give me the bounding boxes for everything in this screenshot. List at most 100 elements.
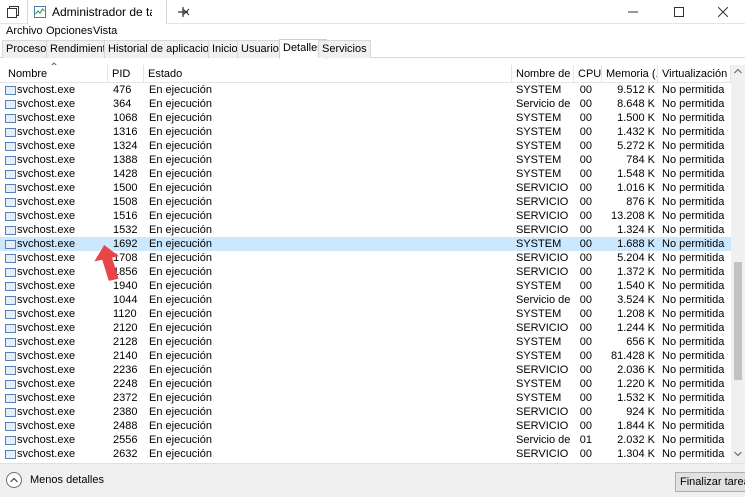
process-virtualization: No permitida <box>662 448 725 460</box>
process-pid: 2632 <box>113 448 138 460</box>
table-row[interactable]: svchost.exe 2632 En ejecución SERVICIO ... 0… <box>0 447 731 461</box>
process-cpu: 00 <box>579 448 592 460</box>
table-row[interactable]: svchost.exe 1068 En ejecución SYSTEM 00 1.500… <box>0 111 731 125</box>
process-cpu: 00 <box>579 182 592 194</box>
process-icon <box>5 114 16 123</box>
process-pid: 2556 <box>113 434 138 446</box>
column-header-pid[interactable]: PID <box>108 65 144 83</box>
scrollbar-thumb[interactable] <box>734 262 742 380</box>
tab-services[interactable]: Servicios <box>318 40 371 58</box>
minimize-button[interactable] <box>610 0 656 24</box>
process-cpu: 00 <box>579 168 592 180</box>
process-pid: 2488 <box>113 420 138 432</box>
process-cpu: 00 <box>579 266 592 278</box>
table-row[interactable]: svchost.exe 1532 En ejecución SERVICIO ... 0… <box>0 223 731 237</box>
process-memory: 9.512 K <box>617 84 655 96</box>
table-row[interactable]: svchost.exe 2488 En ejecución SERVICIO ... 0… <box>0 419 731 433</box>
tab-overview-icon[interactable] <box>6 5 20 19</box>
process-memory: 1.532 K <box>617 392 655 404</box>
table-row[interactable]: svchost.exe 1388 En ejecución SYSTEM 00 784 K… <box>0 153 731 167</box>
column-header-user[interactable]: Nombre de ... <box>512 65 574 83</box>
table-row[interactable]: svchost.exe 2380 En ejecución SERVICIO ... 0… <box>0 405 731 419</box>
process-name: svchost.exe <box>17 126 76 138</box>
table-row[interactable]: svchost.exe 2248 En ejecución SYSTEM 00 1.220… <box>0 377 731 391</box>
table-row[interactable]: svchost.exe 2556 En ejecución Servicio de .… <box>0 433 731 447</box>
table-row[interactable]: svchost.exe 1120 En ejecución SYSTEM 00 1.208… <box>0 307 731 321</box>
table-row[interactable]: svchost.exe 1044 En ejecución Servicio de .… <box>0 293 731 307</box>
process-user: SYSTEM <box>516 238 562 250</box>
process-status: En ejecución <box>149 448 212 460</box>
column-header-virtualization[interactable]: Virtualización ... <box>658 65 731 83</box>
process-name: svchost.exe <box>17 196 76 208</box>
process-name: svchost.exe <box>17 154 76 166</box>
table-row[interactable]: svchost.exe 1324 En ejecución SYSTEM 00 5.272… <box>0 139 731 153</box>
window-title: Administrador de tarea <box>52 5 152 19</box>
process-pid: 1532 <box>113 224 138 236</box>
process-name: svchost.exe <box>17 378 76 390</box>
process-name: svchost.exe <box>17 434 76 446</box>
process-name: svchost.exe <box>17 182 76 194</box>
process-memory: 1.688 K <box>617 238 655 250</box>
table-row[interactable]: svchost.exe 364 En ejecución Servicio de ..… <box>0 97 731 111</box>
process-status: En ejecución <box>149 322 212 334</box>
process-icon <box>5 296 16 305</box>
process-virtualization: No permitida <box>662 420 725 432</box>
process-cpu: 01 <box>579 434 592 446</box>
process-status: En ejecución <box>149 210 212 222</box>
process-status: En ejecución <box>149 420 212 432</box>
process-user: SYSTEM <box>516 112 562 124</box>
column-header-name[interactable]: Nombre <box>4 65 108 83</box>
process-pid: 2120 <box>113 322 138 334</box>
process-user: SYSTEM <box>516 168 562 180</box>
process-pid: 1316 <box>113 126 138 138</box>
process-cpu: 00 <box>579 322 592 334</box>
process-icon <box>5 184 16 193</box>
process-user: SYSTEM <box>516 154 562 166</box>
table-row[interactable]: svchost.exe 2372 En ejecución SYSTEM 00 1.532… <box>0 391 731 405</box>
table-row[interactable]: svchost.exe 2236 En ejecución SERVICIO ... 0… <box>0 363 731 377</box>
scroll-up-icon[interactable] <box>734 68 742 74</box>
process-name: svchost.exe <box>17 336 76 348</box>
column-header-status[interactable]: Estado <box>144 65 512 83</box>
process-memory: 13.208 K <box>610 210 655 222</box>
end-task-button[interactable]: Finalizar tarea <box>675 472 745 492</box>
process-virtualization: No permitida <box>662 112 725 124</box>
column-header-memory[interactable]: Memoria (... <box>602 65 658 83</box>
process-memory: 5.204 K <box>617 252 655 264</box>
process-pid: 1428 <box>113 168 138 180</box>
process-memory: 81.428 K <box>610 350 655 362</box>
table-row[interactable]: svchost.exe 1428 En ejecución SYSTEM 00 1.548… <box>0 167 731 181</box>
process-name: svchost.exe <box>17 406 76 418</box>
table-row[interactable]: svchost.exe 476 En ejecución SYSTEM 00 9.512 … <box>0 83 731 97</box>
maximize-button[interactable] <box>656 0 702 24</box>
table-row[interactable]: svchost.exe 1508 En ejecución SERVICIO ... 0… <box>0 195 731 209</box>
process-icon <box>5 282 16 291</box>
process-memory: 1.208 K <box>617 308 655 320</box>
table-row[interactable]: svchost.exe 1316 En ejecución SYSTEM 00 1.432… <box>0 125 731 139</box>
table-row[interactable]: svchost.exe 2140 En ejecución SYSTEM 00 81.42… <box>0 349 731 363</box>
process-user: SYSTEM <box>516 378 562 390</box>
less-details-button[interactable]: Menos detalles <box>6 472 104 488</box>
table-row[interactable]: svchost.exe 2120 En ejecución SERVICIO ... 0… <box>0 321 731 335</box>
process-status: En ejecución <box>149 140 212 152</box>
process-status: En ejecución <box>149 336 212 348</box>
table-row[interactable]: svchost.exe 1516 En ejecución SERVICIO ... 0… <box>0 209 731 223</box>
menu-file[interactable]: Archivo <box>6 24 43 38</box>
process-name: svchost.exe <box>17 420 76 432</box>
menu-view[interactable]: Vista <box>93 24 117 38</box>
process-name: svchost.exe <box>17 350 76 362</box>
process-cpu: 00 <box>579 98 592 110</box>
table-row[interactable]: svchost.exe 1500 En ejecución SERVICIO ... 0… <box>0 181 731 195</box>
process-cpu: 00 <box>579 210 592 222</box>
close-button[interactable] <box>700 0 745 24</box>
window-tab[interactable]: Administrador de tarea <box>27 0 190 24</box>
scroll-down-icon[interactable] <box>734 451 742 457</box>
new-tab-icon[interactable] <box>176 5 190 19</box>
table-row[interactable]: svchost.exe 2128 En ejecución SYSTEM 00 656 K… <box>0 335 731 349</box>
column-header-cpu[interactable]: CPU <box>574 65 602 83</box>
process-pid: 1500 <box>113 182 138 194</box>
process-user: Servicio de ... <box>516 98 572 110</box>
vertical-scrollbar[interactable] <box>731 65 745 463</box>
process-pid: 2140 <box>113 350 138 362</box>
menu-options[interactable]: Opciones <box>46 24 92 38</box>
